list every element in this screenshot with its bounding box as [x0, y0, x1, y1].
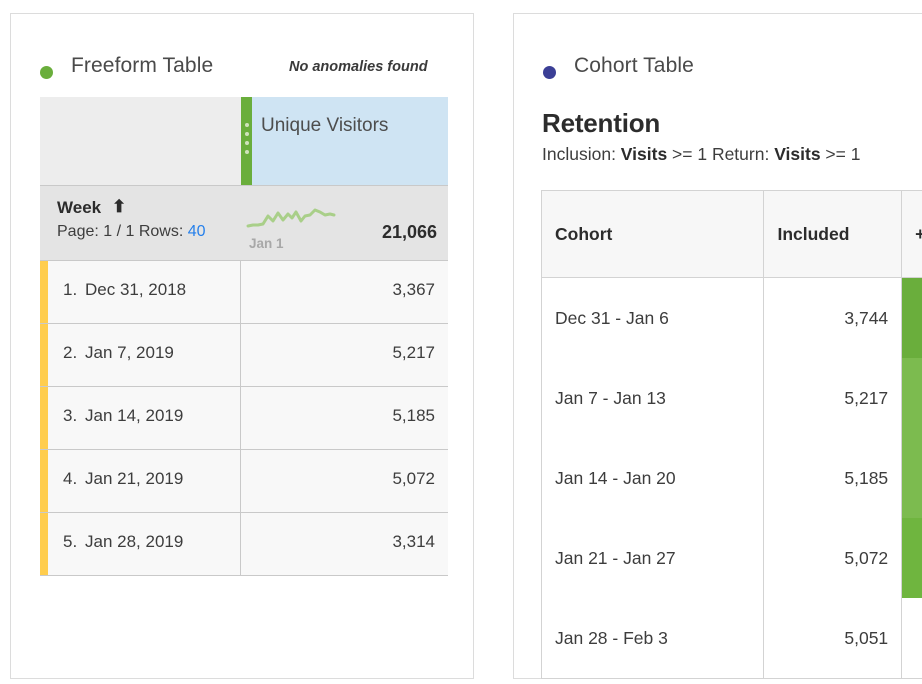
retention-criteria: Inclusion: Visits >= 1 Return: Visits >=…: [542, 144, 860, 165]
paging-label: Page: 1 / 1 Rows:: [57, 223, 188, 240]
cohort-table: Cohort Included + Dec 31 - Jan 6 3,744 J…: [541, 190, 922, 679]
table-row[interactable]: Jan 28 - Feb 3 5,051: [542, 598, 922, 678]
row-label[interactable]: Jan 14, 2019: [85, 406, 183, 426]
sparkline-chart: [246, 204, 336, 234]
cohort-status-dot: [543, 66, 556, 79]
table-row[interactable]: Jan 14 - Jan 20 5,185: [542, 438, 922, 518]
freeform-dimension-header-cell: [40, 97, 241, 185]
row-label[interactable]: Jan 7, 2019: [85, 343, 174, 363]
freeform-row-dimension[interactable]: 2. Jan 7, 2019: [40, 324, 241, 386]
freeform-row-dimension[interactable]: 1. Dec 31, 2018: [40, 261, 241, 323]
row-value-bar: [40, 387, 48, 449]
cohort-range-label: Jan 28 - Feb 3: [542, 598, 763, 678]
row-label[interactable]: Jan 28, 2019: [85, 532, 183, 552]
row-label[interactable]: Dec 31, 2018: [85, 280, 186, 300]
row-value-text: 3,367: [392, 280, 435, 300]
cohort-heatmap-cell[interactable]: [901, 278, 922, 358]
freeform-row-value[interactable]: 5,072: [241, 450, 447, 512]
table-row[interactable]: Jan 21 - Jan 27 5,072: [542, 518, 922, 598]
freeform-panel-title: Freeform Table: [71, 54, 213, 78]
row-value-text: 5,185: [392, 406, 435, 426]
table-row[interactable]: 3. Jan 14, 2019 5,185: [40, 386, 448, 449]
dimension-name-label[interactable]: Week: [57, 198, 101, 218]
freeform-dimension-subheader[interactable]: Week ⬆ Page: 1 / 1 Rows: 40: [40, 186, 241, 260]
cohort-included-value: 5,051: [763, 598, 901, 678]
cohort-range-label: Jan 21 - Jan 27: [542, 518, 763, 598]
paging-info: Page: 1 / 1 Rows: 40: [57, 223, 206, 241]
add-column-header[interactable]: +: [901, 191, 922, 277]
freeform-row-value[interactable]: 5,217: [241, 324, 447, 386]
table-row[interactable]: Jan 7 - Jan 13 5,217: [542, 358, 922, 438]
cohort-range-label: Dec 31 - Jan 6: [542, 278, 763, 358]
cohort-included-value: 5,185: [763, 438, 901, 518]
freeform-row-dimension[interactable]: 3. Jan 14, 2019: [40, 387, 241, 449]
freeform-panel-header: Freeform Table No anomalies found: [11, 14, 473, 86]
table-row[interactable]: 2. Jan 7, 2019 5,217: [40, 323, 448, 386]
cohort-header-row: Cohort Included +: [542, 191, 922, 278]
freeform-table-panel: Freeform Table No anomalies found Unique…: [10, 13, 474, 679]
inclusion-prefix: Inclusion:: [542, 144, 621, 164]
row-value-text: 5,072: [392, 469, 435, 489]
row-value-text: 5,217: [392, 343, 435, 363]
row-rank: 2.: [63, 343, 77, 363]
freeform-table: Unique Visitors Week ⬆ Page: 1 / 1 Rows:…: [40, 97, 448, 576]
return-metric: Visits: [774, 144, 820, 164]
sparkline-start-date: Jan 1: [249, 236, 284, 251]
freeform-column-header-row: Unique Visitors: [40, 97, 448, 185]
row-value-bar: [40, 513, 48, 575]
row-rank: 3.: [63, 406, 77, 426]
cohort-heatmap-cell[interactable]: [901, 438, 922, 518]
cohort-included-value: 5,072: [763, 518, 901, 598]
row-rank: 5.: [63, 532, 77, 552]
cohort-column-header[interactable]: Cohort: [542, 191, 763, 277]
inclusion-operator: >= 1: [667, 144, 712, 164]
row-rank: 1.: [63, 280, 77, 300]
row-value-bar: [40, 324, 48, 386]
cohort-range-label: Jan 14 - Jan 20: [542, 438, 763, 518]
cohort-included-value: 3,744: [763, 278, 901, 358]
row-count-value[interactable]: 40: [188, 223, 206, 240]
freeform-metric-summary-cell: Jan 1 21,066: [241, 186, 448, 260]
table-row[interactable]: 5. Jan 28, 2019 3,314: [40, 512, 448, 576]
row-rank: 4.: [63, 469, 77, 489]
return-operator: >= 1: [821, 144, 861, 164]
cohort-range-label: Jan 7 - Jan 13: [542, 358, 763, 438]
return-prefix: Return:: [712, 144, 774, 164]
freeform-status-dot: [40, 66, 53, 79]
sort-ascending-icon[interactable]: ⬆: [112, 197, 126, 217]
cohort-panel-header: Cohort Table: [514, 14, 922, 86]
included-column-header[interactable]: Included: [763, 191, 901, 277]
row-value-bar: [40, 261, 48, 323]
cohort-heatmap-cell[interactable]: [901, 598, 922, 678]
row-label[interactable]: Jan 21, 2019: [85, 469, 183, 489]
freeform-row-value[interactable]: 3,367: [241, 261, 447, 323]
cohort-panel-title: Cohort Table: [574, 54, 694, 78]
inclusion-metric: Visits: [621, 144, 667, 164]
row-value-bar: [40, 450, 48, 512]
report-title: Retention: [542, 108, 660, 139]
freeform-metric-header-cell[interactable]: Unique Visitors: [241, 97, 448, 185]
cohort-heatmap-cell[interactable]: [901, 358, 922, 438]
freeform-row-value[interactable]: 5,185: [241, 387, 447, 449]
cohort-included-value: 5,217: [763, 358, 901, 438]
drag-handle-icon[interactable]: [245, 123, 249, 159]
table-row[interactable]: Dec 31 - Jan 6 3,744: [542, 278, 922, 358]
metric-total-value: 21,066: [382, 222, 437, 243]
anomaly-status-label: No anomalies found: [289, 59, 428, 75]
metric-column-label: Unique Visitors: [261, 113, 442, 139]
freeform-row-dimension[interactable]: 5. Jan 28, 2019: [40, 513, 241, 575]
freeform-subheader-row: Week ⬆ Page: 1 / 1 Rows: 40 Jan 1 21,066: [40, 185, 448, 260]
table-row[interactable]: 1. Dec 31, 2018 3,367: [40, 260, 448, 323]
row-value-text: 3,314: [392, 532, 435, 552]
cohort-heatmap-cell[interactable]: [901, 518, 922, 598]
cohort-table-panel: Cohort Table Retention Inclusion: Visits…: [513, 13, 922, 679]
table-row[interactable]: 4. Jan 21, 2019 5,072: [40, 449, 448, 512]
freeform-row-value[interactable]: 3,314: [241, 513, 447, 575]
freeform-row-dimension[interactable]: 4. Jan 21, 2019: [40, 450, 241, 512]
